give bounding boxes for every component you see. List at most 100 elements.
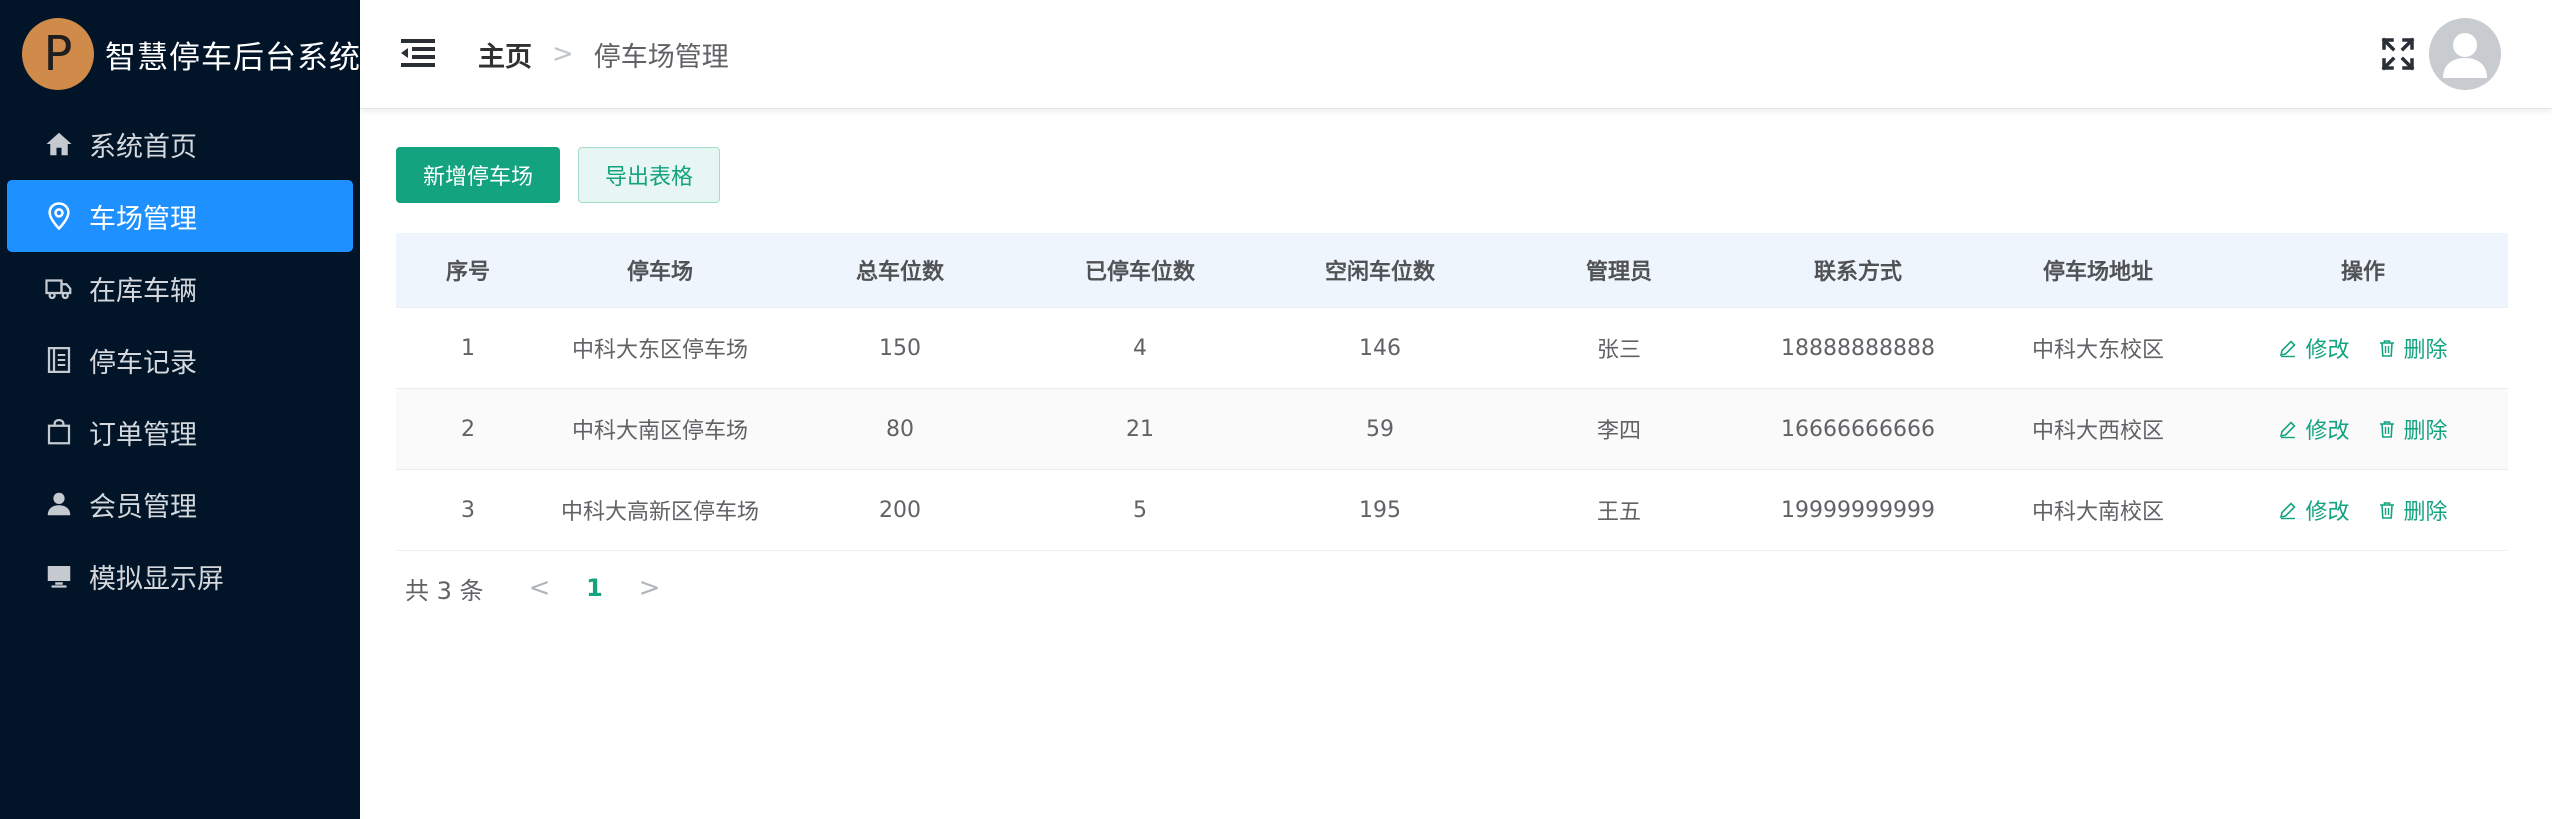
delete-button[interactable]: 删除 xyxy=(2377,332,2448,364)
table-cell: 中科大西校区 xyxy=(1978,388,2218,470)
delete-label: 删除 xyxy=(2403,500,2448,525)
edit-icon xyxy=(2280,340,2297,358)
table-cell: 200 xyxy=(780,469,1020,551)
column-header: 管理员 xyxy=(1500,233,1738,308)
edit-icon xyxy=(2280,502,2297,520)
column-header: 总车位数 xyxy=(780,233,1020,308)
user-avatar-icon xyxy=(2443,33,2487,78)
edit-button[interactable]: 修改 xyxy=(2278,494,2350,526)
delete-label: 删除 xyxy=(2403,419,2448,444)
table-cell: 中科大东校区 xyxy=(1978,307,2218,389)
trash-icon xyxy=(2379,502,2394,519)
table-row: 3 中科大高新区停车场 200 5 195 王五 19999999999 中科大… xyxy=(396,469,2508,551)
table-cell: 146 xyxy=(1260,307,1500,389)
pagination: 共 3 条 < 1 > xyxy=(405,568,680,608)
notebook-icon xyxy=(43,344,75,376)
edit-icon xyxy=(2280,421,2297,439)
table-cell: 3 xyxy=(396,469,540,551)
table-cell: 李四 xyxy=(1500,388,1738,470)
collapse-menu-icon[interactable] xyxy=(398,34,438,74)
trash-icon xyxy=(2379,421,2394,438)
truck-icon xyxy=(43,272,75,304)
table-cell: 59 xyxy=(1260,388,1500,470)
sidebar-item-label: 在库车辆 xyxy=(89,275,197,307)
table-cell: 18888888888 xyxy=(1738,307,1978,389)
actions-cell: 修改 删除 xyxy=(2218,469,2508,551)
delete-label: 删除 xyxy=(2403,338,2448,363)
header: 主页 > 停车场管理 xyxy=(360,0,2552,109)
sidebar-item-label: 模拟显示屏 xyxy=(89,563,224,595)
breadcrumb: 主页 > 停车场管理 xyxy=(478,32,729,76)
logo[interactable]: P 智慧停车后台系统 xyxy=(22,16,361,92)
sidebar-menu: 系统首页 车场管理 在库车辆 停车记录 订单管理 会员管理 模拟显示屏 xyxy=(0,108,360,612)
edit-label: 修改 xyxy=(2305,419,2350,444)
pagination-page-current[interactable]: 1 xyxy=(570,574,620,602)
sidebar-item-parking-records[interactable]: 停车记录 xyxy=(7,324,353,396)
table-cell: 19999999999 xyxy=(1738,469,1978,551)
home-icon xyxy=(43,128,75,160)
table-cell: 21 xyxy=(1020,388,1260,470)
table-cell: 1 xyxy=(396,307,540,389)
breadcrumb-separator: > xyxy=(552,39,574,69)
table-row: 2 中科大南区停车场 80 21 59 李四 16666666666 中科大西校… xyxy=(396,388,2508,470)
actions-cell: 修改 删除 xyxy=(2218,388,2508,470)
sidebar-item-label: 车场管理 xyxy=(89,203,197,235)
table-cell: 中科大东区停车场 xyxy=(540,307,780,389)
sidebar-item-label: 停车记录 xyxy=(89,347,197,379)
actions-cell: 修改 删除 xyxy=(2218,307,2508,389)
edit-button[interactable]: 修改 xyxy=(2278,413,2350,445)
user-icon xyxy=(43,488,75,520)
column-header: 停车场地址 xyxy=(1978,233,2218,308)
fullscreen-icon[interactable] xyxy=(2380,36,2416,72)
export-table-button[interactable]: 导出表格 xyxy=(578,147,720,203)
table-cell: 中科大南校区 xyxy=(1978,469,2218,551)
monitor-icon xyxy=(43,560,75,592)
column-header: 序号 xyxy=(396,233,540,308)
delete-button[interactable]: 删除 xyxy=(2377,413,2448,445)
pagination-total: 共 3 条 xyxy=(405,576,484,605)
table-cell: 中科大南区停车场 xyxy=(540,388,780,470)
parking-lot-table: 序号 停车场 总车位数 已停车位数 空闲车位数 管理员 联系方式 停车场地址 操… xyxy=(396,233,2508,551)
table-cell: 4 xyxy=(1020,307,1260,389)
sidebar-item-home[interactable]: 系统首页 xyxy=(7,108,353,180)
sidebar: P 智慧停车后台系统 系统首页 车场管理 在库车辆 停车记录 订单管理 会员管理… xyxy=(0,0,360,819)
sidebar-item-label: 系统首页 xyxy=(89,131,197,163)
shopping-bag-icon xyxy=(43,416,75,448)
breadcrumb-home[interactable]: 主页 xyxy=(478,35,532,74)
table-cell: 195 xyxy=(1260,469,1500,551)
table-cell: 16666666666 xyxy=(1738,388,1978,470)
table-cell: 中科大高新区停车场 xyxy=(540,469,780,551)
sidebar-item-label: 会员管理 xyxy=(89,491,197,523)
table-cell: 王五 xyxy=(1500,469,1738,551)
table-cell: 5 xyxy=(1020,469,1260,551)
breadcrumb-current: 停车场管理 xyxy=(593,41,729,73)
table-header-row: 序号 停车场 总车位数 已停车位数 空闲车位数 管理员 联系方式 停车场地址 操… xyxy=(396,233,2508,308)
column-header: 停车场 xyxy=(540,233,780,308)
location-pin-icon xyxy=(43,200,75,232)
add-parking-lot-button[interactable]: 新增停车场 xyxy=(396,147,560,203)
sidebar-item-display-screen[interactable]: 模拟显示屏 xyxy=(7,540,353,612)
column-header: 已停车位数 xyxy=(1020,233,1260,308)
sidebar-item-vehicles[interactable]: 在库车辆 xyxy=(7,252,353,324)
edit-label: 修改 xyxy=(2305,500,2350,525)
app-title: 智慧停车后台系统 xyxy=(105,39,361,76)
chevron-right-icon[interactable]: > xyxy=(620,573,680,603)
avatar[interactable] xyxy=(2429,18,2501,90)
table-cell: 80 xyxy=(780,388,1020,470)
delete-button[interactable]: 删除 xyxy=(2377,494,2448,526)
edit-label: 修改 xyxy=(2305,338,2350,363)
trash-icon xyxy=(2379,340,2394,357)
table-cell: 2 xyxy=(396,388,540,470)
sidebar-item-label: 订单管理 xyxy=(89,419,197,451)
column-header: 操作 xyxy=(2218,233,2508,308)
chevron-left-icon[interactable]: < xyxy=(510,573,570,603)
column-header: 空闲车位数 xyxy=(1260,233,1500,308)
logo-badge: P xyxy=(22,18,94,90)
column-header: 联系方式 xyxy=(1738,233,1978,308)
sidebar-item-orders[interactable]: 订单管理 xyxy=(7,396,353,468)
edit-button[interactable]: 修改 xyxy=(2278,332,2350,364)
table-cell: 150 xyxy=(780,307,1020,389)
sidebar-item-members[interactable]: 会员管理 xyxy=(7,468,353,540)
table-row: 1 中科大东区停车场 150 4 146 张三 18888888888 中科大东… xyxy=(396,307,2508,389)
sidebar-item-parking-lots[interactable]: 车场管理 xyxy=(7,180,353,252)
